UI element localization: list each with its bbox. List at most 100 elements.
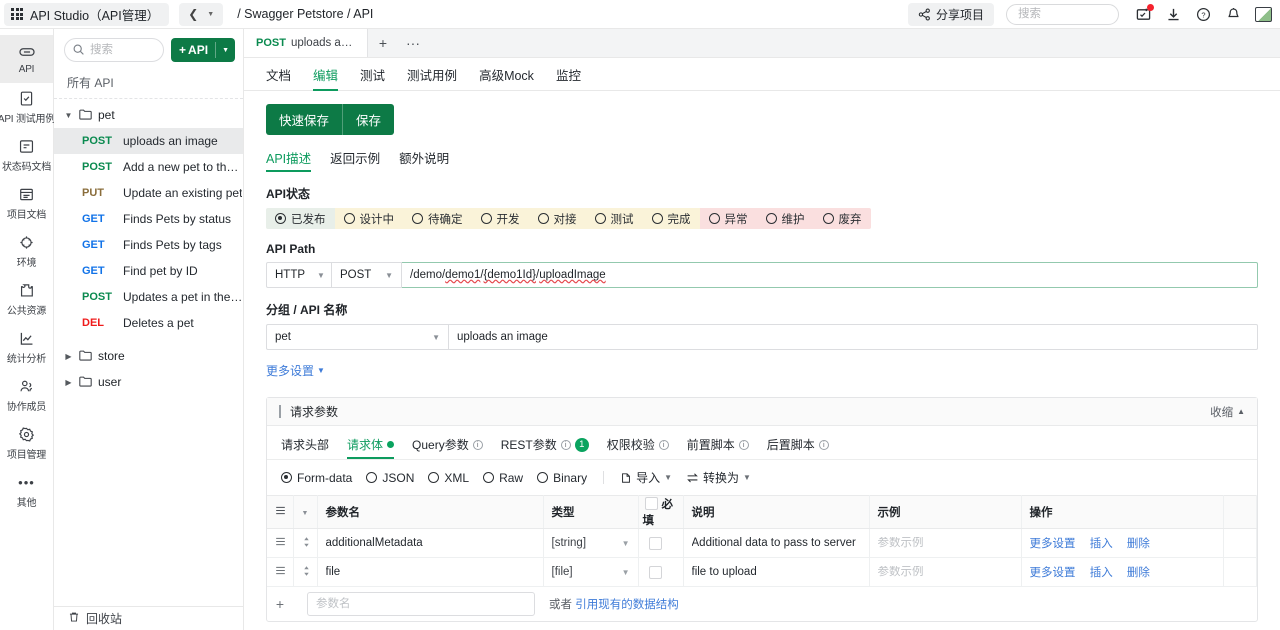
- param-description-input[interactable]: [692, 537, 861, 549]
- chevron-right-icon[interactable]: ▶: [64, 352, 73, 361]
- status-option-maintenance[interactable]: 维护: [757, 208, 814, 229]
- cell-description[interactable]: [683, 529, 869, 558]
- row-drag-handle[interactable]: [267, 558, 293, 587]
- tree-folder-store[interactable]: ▶ store: [54, 343, 243, 369]
- info-icon[interactable]: i: [561, 440, 571, 450]
- add-api-dropdown[interactable]: ▼: [216, 38, 235, 62]
- row-more-settings-link[interactable]: 更多设置: [1030, 567, 1076, 579]
- chevron-right-icon[interactable]: ▶: [64, 378, 73, 387]
- param-tab-pre-script[interactable]: 前置脚本 i: [687, 436, 749, 459]
- cell-type[interactable]: [file] ▼: [543, 558, 638, 587]
- param-tab-headers[interactable]: 请求头部: [281, 436, 329, 459]
- back-nav-button[interactable]: ❮ ▼: [179, 3, 223, 26]
- help-circle-icon[interactable]: ?: [1195, 6, 1211, 22]
- cell-required[interactable]: [638, 558, 683, 587]
- param-tab-post-script[interactable]: 后置脚本 i: [767, 436, 829, 459]
- sidebar-item-public-resources[interactable]: 公共资源: [0, 275, 53, 323]
- row-expand-toggle[interactable]: [293, 558, 317, 587]
- all-api-label[interactable]: 所有 API: [54, 70, 243, 99]
- tree-api-deletes-a-pet[interactable]: DEL Deletes a pet: [54, 310, 243, 336]
- body-type-form-data[interactable]: Form-data: [281, 471, 352, 485]
- row-delete-link[interactable]: 删除: [1127, 567, 1150, 579]
- row-insert-link[interactable]: 插入: [1090, 538, 1113, 550]
- status-option-deprecated[interactable]: 废弃: [814, 208, 871, 229]
- tab-testcase[interactable]: 测试用例: [407, 58, 457, 91]
- sidebar-item-members[interactable]: 协作成员: [0, 371, 53, 419]
- param-example-input[interactable]: [878, 566, 1013, 578]
- app-brand-button[interactable]: API Studio（API管理）: [4, 3, 169, 26]
- status-option-designing[interactable]: 设计中: [335, 208, 404, 229]
- status-option-published[interactable]: 已发布: [266, 208, 335, 229]
- method-select[interactable]: POST ▼: [332, 262, 402, 288]
- cell-param-name[interactable]: [317, 529, 543, 558]
- required-all-checkbox[interactable]: [645, 497, 658, 510]
- param-tab-query[interactable]: Query参数 i: [412, 436, 483, 459]
- body-type-xml[interactable]: XML: [428, 471, 469, 485]
- bell-icon[interactable]: [1225, 6, 1241, 22]
- info-icon[interactable]: i: [739, 440, 749, 450]
- tab-response-example[interactable]: 返回示例: [330, 148, 380, 172]
- new-tab-button[interactable]: +: [368, 28, 398, 57]
- tab-test[interactable]: 测试: [360, 58, 385, 91]
- share-project-button[interactable]: 分享项目: [908, 3, 994, 26]
- tree-folder-pet[interactable]: ▼ pet: [54, 102, 243, 128]
- save-button[interactable]: 保存: [342, 104, 394, 135]
- todo-card-icon[interactable]: [1135, 6, 1151, 22]
- param-tab-auth[interactable]: 权限校验 i: [607, 436, 669, 459]
- protocol-select[interactable]: HTTP ▼: [266, 262, 332, 288]
- tab-doc[interactable]: 文档: [266, 58, 291, 91]
- chevron-down-icon[interactable]: ▼: [64, 111, 73, 120]
- row-delete-link[interactable]: 删除: [1127, 538, 1150, 550]
- convert-to-button[interactable]: 转换为 ▼: [686, 469, 751, 486]
- tree-api-finds-pets-by-tags[interactable]: GET Finds Pets by tags: [54, 232, 243, 258]
- group-select[interactable]: pet ▼: [266, 324, 449, 350]
- add-api-button[interactable]: + API ▼: [171, 38, 235, 62]
- sidebar-item-status-code-doc[interactable]: 状态码文档: [0, 131, 53, 179]
- cell-required[interactable]: [638, 529, 683, 558]
- doc-tab-uploads-an-image[interactable]: POST uploads an im…: [244, 28, 368, 57]
- tree-api-uploads-an-image[interactable]: POST uploads an image: [54, 128, 243, 154]
- required-checkbox[interactable]: [649, 537, 662, 550]
- sidebar-item-other[interactable]: ••• 其他: [0, 467, 53, 515]
- required-checkbox[interactable]: [649, 566, 662, 579]
- row-drag-handle[interactable]: [267, 529, 293, 558]
- body-type-binary[interactable]: Binary: [537, 471, 587, 485]
- row-more-settings-link[interactable]: 更多设置: [1030, 538, 1076, 550]
- tab-edit[interactable]: 编辑: [313, 58, 338, 91]
- row-expand-toggle[interactable]: [293, 529, 317, 558]
- api-name-input[interactable]: [449, 324, 1258, 350]
- col-drag-all[interactable]: [267, 496, 293, 529]
- table-row[interactable]: [string] ▼: [267, 529, 1257, 558]
- quick-save-button[interactable]: 快速保存: [266, 104, 342, 135]
- param-example-input[interactable]: [878, 537, 1013, 549]
- tab-more-button[interactable]: ···: [398, 28, 428, 57]
- param-tab-body[interactable]: 请求体: [347, 436, 394, 459]
- new-param-name-input[interactable]: [307, 592, 535, 616]
- add-param-button[interactable]: +: [267, 596, 293, 612]
- reference-schema-link[interactable]: 引用现有的数据结构: [575, 599, 679, 611]
- status-option-exception[interactable]: 异常: [700, 208, 757, 229]
- col-expand-all[interactable]: ▼: [293, 496, 317, 529]
- tree-api-update-existing-pet[interactable]: PUT Update an existing pet: [54, 180, 243, 206]
- sidebar-item-project-settings[interactable]: 项目管理: [0, 419, 53, 467]
- status-option-pending[interactable]: 待确定: [403, 208, 472, 229]
- import-button[interactable]: 导入 ▼: [620, 469, 672, 486]
- param-tab-rest[interactable]: REST参数 i 1: [501, 436, 589, 459]
- body-type-raw[interactable]: Raw: [483, 471, 523, 485]
- tree-folder-user[interactable]: ▶ user: [54, 369, 243, 395]
- more-settings-toggle[interactable]: 更多设置 ▼: [266, 362, 325, 379]
- param-name-input[interactable]: [326, 537, 535, 549]
- global-search-input[interactable]: [1006, 4, 1119, 25]
- cell-example[interactable]: [869, 529, 1021, 558]
- sidebar-item-api-testcase[interactable]: API 测试用例: [0, 83, 53, 131]
- status-option-integrating[interactable]: 对接: [529, 208, 586, 229]
- info-icon[interactable]: i: [473, 440, 483, 450]
- param-name-input[interactable]: [326, 566, 535, 578]
- collapse-toggle[interactable]: 收缩 ▲: [1210, 404, 1245, 420]
- cell-example[interactable]: [869, 558, 1021, 587]
- api-search-input[interactable]: [64, 38, 164, 62]
- tab-api-description[interactable]: API描述: [266, 148, 311, 172]
- tree-api-add-a-new-pet[interactable]: POST Add a new pet to the store: [54, 154, 243, 180]
- download-icon[interactable]: [1165, 6, 1181, 22]
- api-path-input[interactable]: /demo/demo1/{demo1Id}/uploadImage: [402, 262, 1258, 288]
